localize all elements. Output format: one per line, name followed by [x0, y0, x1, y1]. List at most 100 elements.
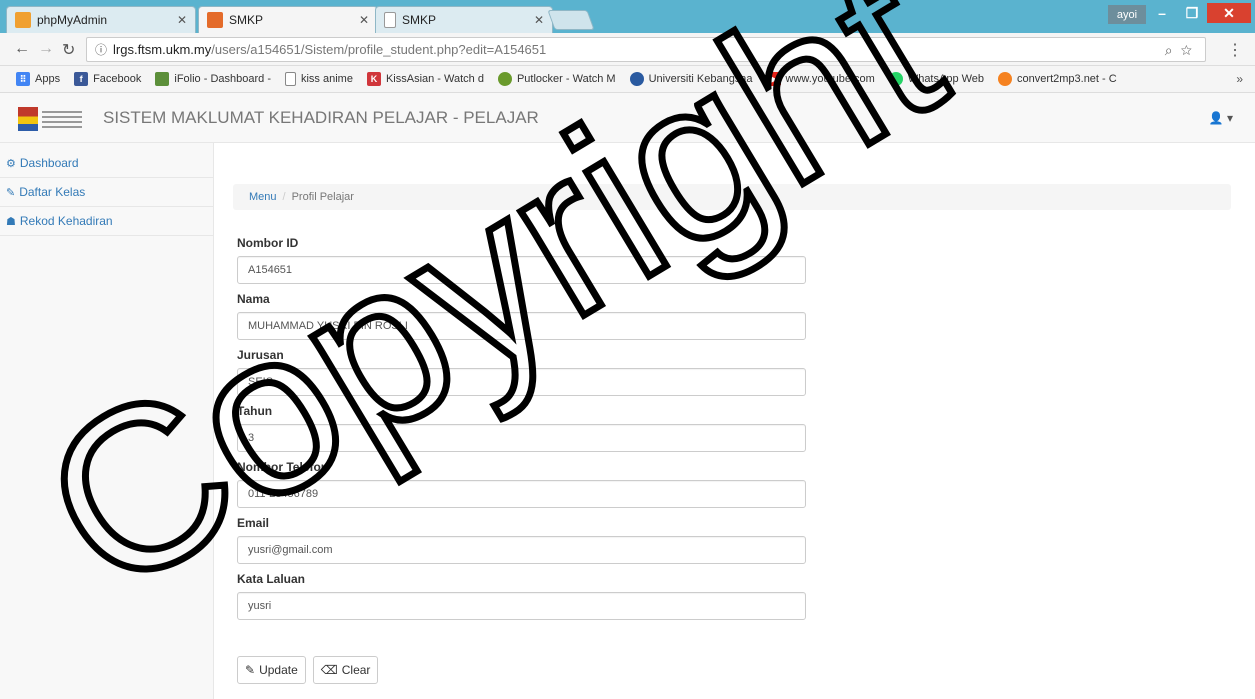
nama-input[interactable]: MUHAMMAD YUSRI BIN ROSLI	[237, 312, 806, 340]
profile-form: Nombor ID A154651 Nama MUHAMMAD YUSRI BI…	[237, 236, 806, 628]
tab-close-icon[interactable]: ✕	[359, 13, 369, 27]
sidebar-item-label: Rekod Kehadiran	[19, 214, 113, 228]
tab-close-icon[interactable]: ✕	[534, 13, 544, 27]
form-buttons: ✎ Update ⌫ Clear	[237, 656, 379, 684]
bookmark-ukm[interactable]: Universiti Kebangsaa	[629, 72, 753, 86]
field-label: Nombor ID	[237, 236, 299, 250]
app-navbar: SISTEM MAKLUMAT KEHADIRAN PELAJAR - PELA…	[0, 93, 1255, 143]
jurusan-input[interactable]: SEIS	[237, 368, 806, 396]
url-path: /users/a154651/Sistem/profile_student.ph…	[211, 42, 547, 57]
apps-icon: ⠿	[16, 72, 30, 86]
bookmark-convert2mp3[interactable]: convert2mp3.net - C	[998, 72, 1117, 86]
bookmark-youtube[interactable]: ▶ www.youtube.com	[766, 72, 875, 86]
bookmark-label: Facebook	[93, 73, 142, 85]
nombor-telefon-input[interactable]: 011-23456789	[237, 480, 806, 508]
email-input[interactable]: yusri@gmail.com	[237, 536, 806, 564]
forward-arrow-icon[interactable]: →	[38, 40, 54, 58]
bookmark-apps[interactable]: ⠿ Apps	[16, 72, 60, 86]
tab-title: SMKP	[402, 13, 437, 27]
browser-tab-smkp-active[interactable]: SMKP ✕	[198, 6, 378, 33]
bookmarks-bar: ⠿ Apps f Facebook iFolio - Dashboard - k…	[0, 66, 1255, 93]
breadcrumb: Menu / Profil Pelajar	[233, 184, 1231, 210]
tab-title: SMKP	[229, 13, 264, 27]
user-menu-dropdown[interactable]: 👤 ▾	[1209, 111, 1233, 125]
bookmark-kiss-anime[interactable]: kiss anime	[284, 72, 353, 86]
app-brand-title[interactable]: SISTEM MAKLUMAT KEHADIRAN PELAJAR - PELA…	[103, 108, 539, 128]
whatsapp-icon	[888, 72, 903, 86]
browser-tab-smkp[interactable]: SMKP ✕	[375, 6, 553, 33]
field-email: Email yusri@gmail.com	[237, 516, 806, 564]
restore-icon[interactable]: ❐	[1177, 3, 1207, 23]
browser-menu-icon[interactable]: ⋮	[1227, 40, 1243, 60]
field-label: Tahun	[237, 404, 273, 418]
sidebar-item-daftar-kelas[interactable]: ✎ Daftar Kelas	[0, 178, 213, 207]
bookmark-label: Apps	[35, 73, 61, 85]
new-tab-button[interactable]	[547, 10, 595, 30]
field-kata-laluan: Kata Laluan yusri	[237, 572, 806, 620]
kissasian-icon: K	[366, 72, 381, 86]
field-label: Email	[237, 516, 270, 530]
field-nombor-id: Nombor ID A154651	[237, 236, 806, 284]
bookmark-label: kiss anime	[300, 73, 353, 85]
url-input[interactable]: ⓘ lrgs.ftsm.ukm.my /users/a154651/Sistem…	[86, 37, 1206, 62]
browser-profile-badge[interactable]: ayoi	[1108, 5, 1146, 24]
sidebar-item-rekod-kehadiran[interactable]: ☗ Rekod Kehadiran	[0, 207, 213, 236]
browser-address-bar: ← → ↻ ⓘ lrgs.ftsm.ukm.my /users/a154651/…	[0, 33, 1255, 66]
bookmark-putlocker[interactable]: Putlocker - Watch M	[497, 72, 616, 86]
url-host: lrgs.ftsm.ukm.my	[113, 42, 212, 57]
page-favicon-icon	[384, 12, 396, 28]
update-button[interactable]: ✎ Update	[237, 656, 306, 684]
pencil-icon: ✎	[245, 663, 256, 677]
tahun-input[interactable]: 3	[237, 424, 806, 452]
window-close-icon[interactable]: ✕	[1207, 3, 1251, 23]
page-icon	[284, 72, 296, 86]
reload-icon[interactable]: ↻	[62, 40, 75, 60]
tab-close-icon[interactable]: ✕	[177, 13, 187, 27]
clear-button-label: Clear	[341, 663, 371, 677]
bookmark-label: Putlocker - Watch M	[516, 73, 616, 85]
user-icon: 👤	[1208, 111, 1224, 125]
browser-tab-phpmyadmin[interactable]: phpMyAdmin ✕	[6, 6, 196, 33]
field-jurusan: Jurusan SEIS	[237, 348, 806, 396]
chevron-down-icon: ▾	[1226, 111, 1233, 125]
tab-title: phpMyAdmin	[37, 13, 108, 27]
eraser-icon: ⌫	[320, 663, 338, 677]
breadcrumb-separator: /	[282, 191, 286, 203]
bookmark-label: www.youtube.com	[785, 73, 875, 85]
bookmark-whatsapp[interactable]: WhatsApp Web	[888, 72, 985, 86]
bookmark-label: KissAsian - Watch d	[385, 73, 484, 85]
putlocker-icon	[497, 72, 512, 86]
zoom-and-star-icons[interactable]: ⌕☆	[1165, 42, 1200, 59]
sidebar: ⚙ Dashboard ✎ Daftar Kelas ☗ Rekod Kehad…	[0, 143, 214, 699]
bookmark-facebook[interactable]: f Facebook	[74, 72, 141, 86]
sitemap-icon: ☗	[6, 215, 16, 228]
bookmark-kissasian[interactable]: K KissAsian - Watch d	[366, 72, 484, 86]
ifolio-icon	[155, 72, 170, 86]
breadcrumb-menu-link[interactable]: Menu	[249, 191, 277, 203]
convert-icon	[998, 72, 1013, 86]
site-info-icon[interactable]: ⓘ	[95, 41, 107, 58]
field-tahun: Tahun 3	[237, 404, 806, 452]
wrench-icon: ✎	[6, 186, 16, 199]
breadcrumb-current: Profil Pelajar	[291, 191, 354, 203]
phpmyadmin-favicon-icon	[15, 12, 31, 28]
dashboard-icon: ⚙	[6, 157, 16, 170]
back-arrow-icon[interactable]: ←	[14, 40, 30, 58]
youtube-icon: ▶	[766, 72, 781, 86]
clear-button[interactable]: ⌫ Clear	[312, 656, 379, 684]
bookmark-label: convert2mp3.net - C	[1017, 73, 1117, 85]
facebook-icon: f	[74, 72, 89, 86]
field-nama: Nama MUHAMMAD YUSRI BIN ROSLI	[237, 292, 806, 340]
more-bookmarks-button[interactable]: »	[1236, 72, 1243, 86]
field-nombor-telefon: Nombor Telefon 011-23456789	[237, 460, 806, 508]
ukm-icon	[629, 72, 644, 86]
sidebar-item-dashboard[interactable]: ⚙ Dashboard	[0, 149, 213, 178]
kata-laluan-input[interactable]: yusri	[237, 592, 806, 620]
field-label: Nama	[237, 292, 270, 306]
bookmark-ifolio[interactable]: iFolio - Dashboard -	[155, 72, 271, 86]
smkp-favicon-icon	[207, 12, 223, 28]
nombor-id-input[interactable]: A154651	[237, 256, 806, 284]
bookmark-label: WhatsApp Web	[907, 73, 985, 85]
minimize-icon[interactable]: –	[1147, 3, 1177, 23]
ukm-logo	[18, 103, 86, 135]
